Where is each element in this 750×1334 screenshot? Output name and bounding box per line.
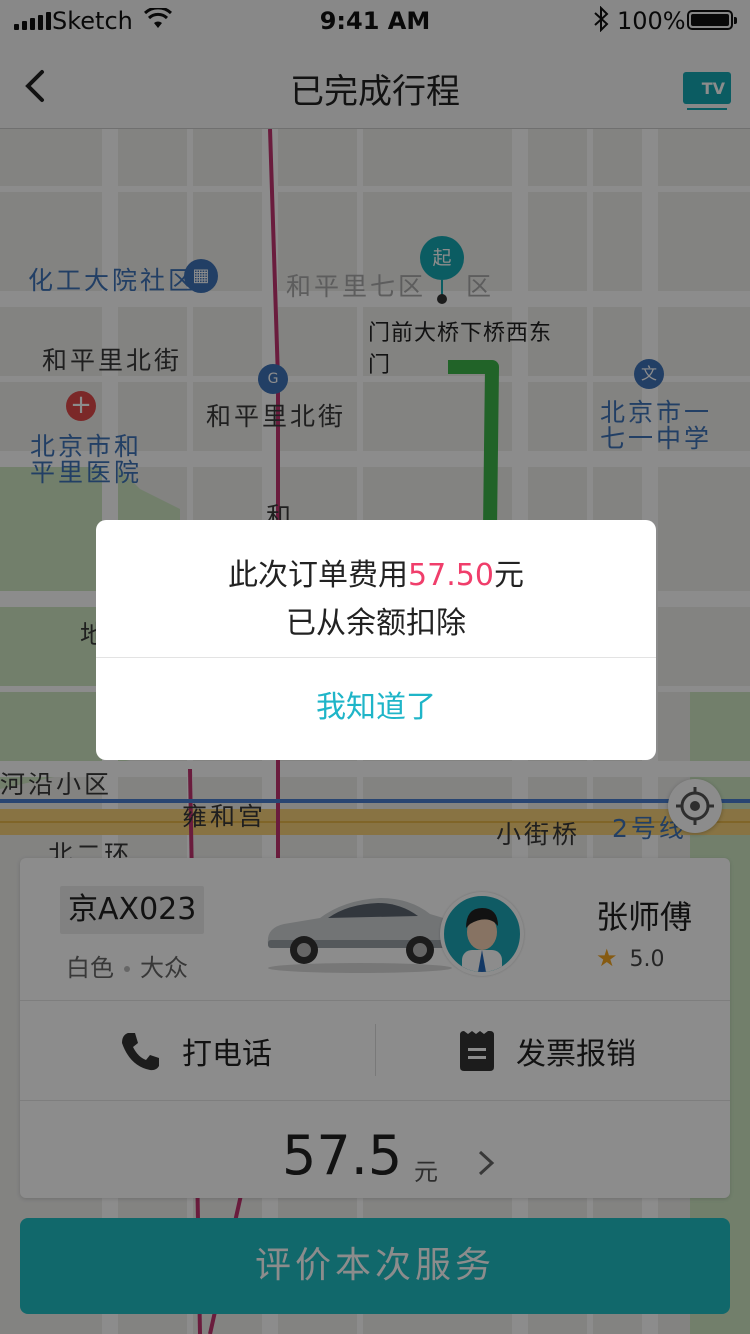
dialog-message-line1: 此次订单费用57.50元: [228, 558, 524, 593]
payment-dialog: 此次订单费用57.50元 已从余额扣除 我知道了: [96, 520, 656, 760]
dialog-amount: 57.50: [408, 558, 494, 593]
dialog-message-line2: 已从余额扣除: [286, 606, 466, 641]
dialog-confirm-button[interactable]: 我知道了: [96, 658, 656, 760]
